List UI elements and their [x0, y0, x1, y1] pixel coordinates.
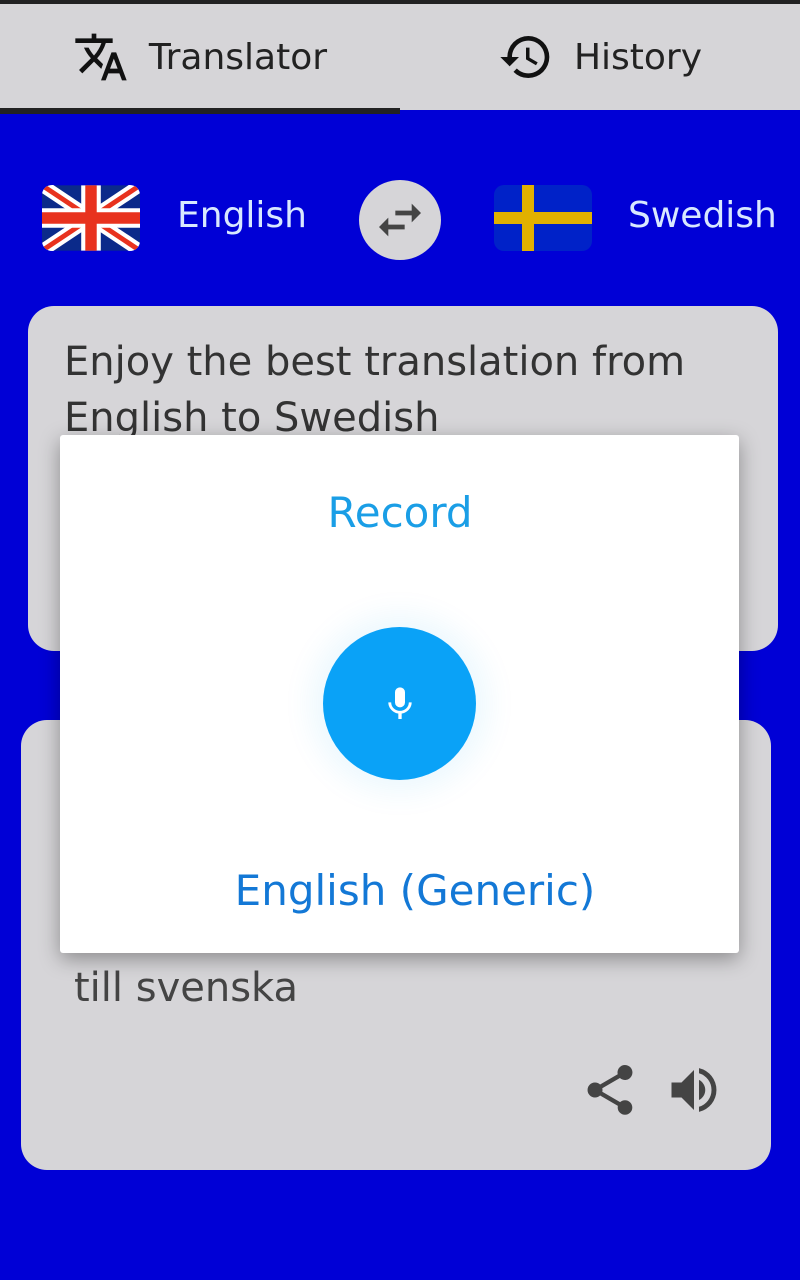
language-selector-row: English Swedish	[0, 180, 800, 260]
swap-icon	[379, 203, 421, 237]
active-tab-indicator	[0, 108, 400, 114]
tab-translator[interactable]: Translator	[0, 4, 400, 110]
speaker-icon	[671, 1068, 717, 1112]
tab-label: History	[573, 36, 703, 78]
source-language[interactable]: English	[177, 195, 307, 236]
tab-bar: Translator History	[0, 4, 800, 114]
translated-text: till svenska	[74, 965, 299, 1011]
translate-icon	[75, 33, 127, 81]
speak-button[interactable]	[664, 1060, 724, 1120]
recognition-language[interactable]: English (Generic)	[0, 866, 800, 915]
sweden-flag-icon[interactable]	[494, 185, 592, 251]
tab-label: Translator	[148, 36, 328, 78]
uk-flag-icon[interactable]	[42, 185, 140, 251]
dialog-title: Record	[327, 488, 473, 537]
target-language[interactable]: Swedish	[628, 195, 777, 236]
history-icon	[500, 36, 550, 79]
share-button[interactable]	[580, 1060, 640, 1120]
record-mic-button[interactable]	[323, 627, 476, 780]
tab-history[interactable]: History	[400, 4, 800, 110]
microphone-icon	[387, 686, 412, 719]
share-icon	[587, 1065, 633, 1115]
swap-languages-button[interactable]	[359, 180, 441, 260]
source-text[interactable]: Enjoy the best translation from English …	[64, 334, 764, 446]
